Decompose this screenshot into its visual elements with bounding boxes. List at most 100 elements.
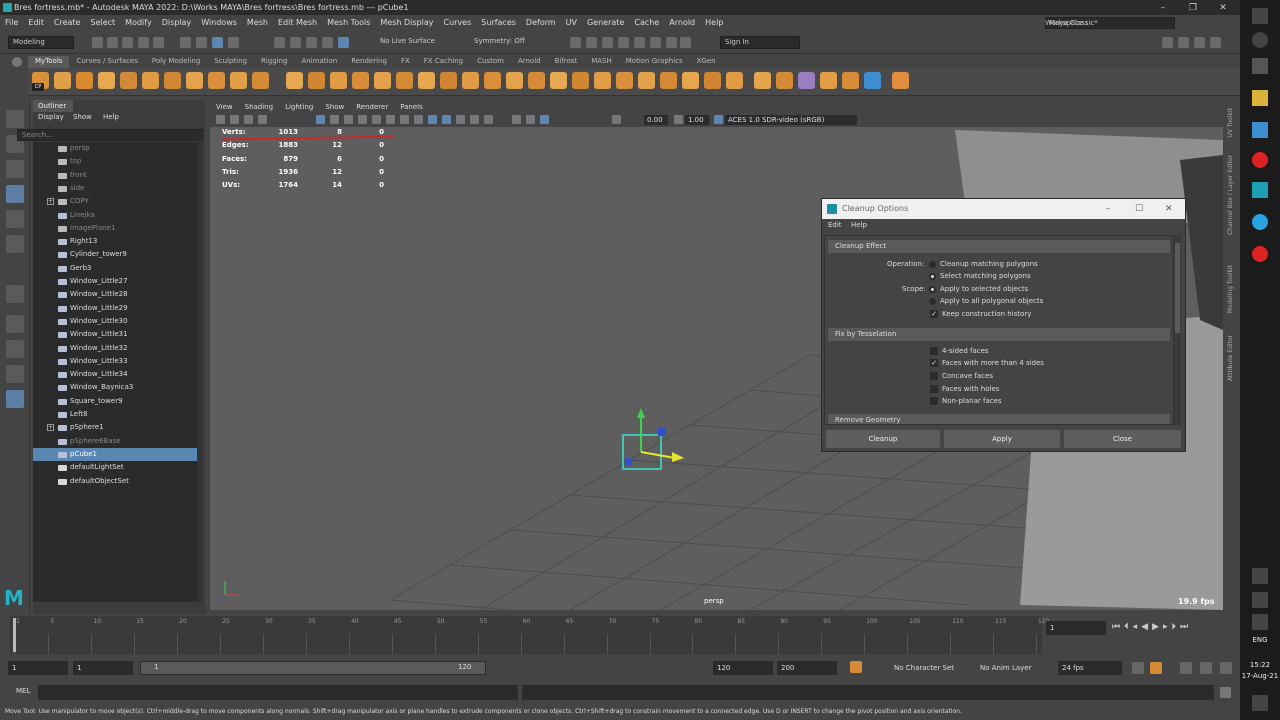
animation-prefs-icon[interactable] (1200, 662, 1212, 674)
menu-help[interactable]: Help (700, 18, 728, 27)
menu-mesh-tools[interactable]: Mesh Tools (322, 18, 375, 27)
lights-icon[interactable] (470, 115, 479, 124)
shelf-tool-icon[interactable] (864, 72, 881, 89)
outliner-layout-icon[interactable] (6, 390, 24, 408)
shelf-tool-icon[interactable] (252, 72, 269, 89)
shelf-tool-icon[interactable] (208, 72, 225, 89)
clock-time[interactable]: 15:22 (1240, 661, 1280, 669)
shelf-tool-icon[interactable] (484, 72, 501, 89)
notifications-icon[interactable] (1252, 695, 1268, 711)
select-camera-icon[interactable] (216, 115, 225, 124)
shelf-tab-rigging[interactable]: Rigging (254, 56, 295, 68)
bookmark-icon[interactable] (244, 115, 253, 124)
shelf-tab-mytools[interactable]: MyTools (28, 56, 70, 68)
shelf-tool-icon[interactable] (462, 72, 479, 89)
task-view-icon[interactable] (1252, 58, 1268, 74)
apply-selected-radio[interactable] (929, 286, 936, 293)
viewport-menu-panels[interactable]: Panels (394, 103, 429, 111)
menu-windows[interactable]: Windows (196, 18, 242, 27)
menu-generate[interactable]: Generate (582, 18, 629, 27)
shelf-tool-icon[interactable] (374, 72, 391, 89)
attribute-editor-icon[interactable] (1178, 37, 1189, 48)
shelf-tab-sculpting[interactable]: Sculpting (207, 56, 254, 68)
select-hierarchy-icon[interactable] (180, 37, 191, 48)
menu-modify[interactable]: Modify (120, 18, 157, 27)
shelf-tool-icon[interactable] (230, 72, 247, 89)
hypershade-icon[interactable] (634, 37, 645, 48)
tool-settings-icon[interactable] (1194, 37, 1205, 48)
outliner-scrollbar[interactable] (197, 142, 203, 602)
shelf-tab-bifrost[interactable]: Bifrost (548, 56, 585, 68)
play-forwards-icon[interactable]: ▶ (1152, 622, 1163, 632)
command-input[interactable] (38, 685, 518, 700)
shelf-tab-poly-modeling[interactable]: Poly Modeling (145, 56, 207, 68)
apply-button[interactable]: Apply (944, 430, 1060, 448)
windows-start-icon[interactable] (1252, 8, 1268, 24)
outliner-item[interactable]: Right13 (33, 235, 197, 248)
language-indicator[interactable]: ENG (1240, 636, 1280, 644)
shelf-tool-icon[interactable] (754, 72, 771, 89)
dialog-maximize-button[interactable]: ☐ (1135, 199, 1143, 219)
non-planar-checkbox[interactable] (930, 397, 938, 405)
isolate-select-icon[interactable] (512, 115, 521, 124)
save-scene-icon[interactable] (122, 37, 133, 48)
film-gate-icon[interactable] (330, 115, 339, 124)
render-icon[interactable] (570, 37, 581, 48)
viewport-menu-view[interactable]: View (210, 103, 239, 111)
shelf-tool-icon[interactable] (396, 72, 413, 89)
symmetry-dropdown[interactable]: Symmetry: Off (470, 36, 540, 49)
exposure-field[interactable]: 0.00 (644, 115, 668, 125)
outliner-item[interactable]: front (33, 169, 197, 182)
snap-surface-icon[interactable] (338, 37, 349, 48)
outliner-item[interactable]: + COPY (33, 195, 197, 208)
four-sided-checkbox[interactable] (930, 347, 938, 355)
menu-mesh-display[interactable]: Mesh Display (375, 18, 438, 27)
cleanup-button[interactable]: Cleanup (826, 430, 940, 448)
close-button[interactable]: Close (1064, 430, 1181, 448)
dialog-scrollbar[interactable] (1174, 235, 1181, 425)
scale-tool-icon[interactable] (6, 235, 24, 253)
xray-icon[interactable] (526, 115, 535, 124)
menu-display[interactable]: Display (157, 18, 197, 27)
minimize-button[interactable]: – (1148, 0, 1178, 15)
outliner-menu-help[interactable]: Help (103, 113, 119, 121)
outliner-item[interactable]: Gerb3 (33, 262, 197, 275)
apply-all-radio[interactable] (929, 298, 936, 305)
shelf-tool-icon[interactable] (798, 72, 815, 89)
side-tab-channel-box[interactable]: Channel Box / Layer Editor (1227, 155, 1234, 235)
rotate-tool-icon[interactable] (6, 210, 24, 228)
shelf-tool-icon[interactable] (726, 72, 743, 89)
single-view-icon[interactable] (6, 315, 24, 333)
modeling-toolkit-icon[interactable] (1162, 37, 1173, 48)
shelf-tab-animation[interactable]: Animation (295, 56, 345, 68)
gamma-icon[interactable] (674, 115, 683, 124)
current-frame-field[interactable]: 1 (1046, 621, 1106, 635)
playback-prefs-icon[interactable] (1220, 662, 1232, 674)
shelf-tool-icon[interactable] (892, 72, 909, 89)
fix-by-tesselation-header[interactable]: Fix by Tesselation (828, 328, 1170, 341)
tray-app-icon[interactable] (1252, 592, 1268, 608)
playback-start-field[interactable]: 1 (73, 661, 133, 675)
menu-file[interactable]: File (0, 18, 23, 27)
record-icon[interactable] (1252, 246, 1268, 262)
cache-icon[interactable] (1150, 662, 1162, 674)
outliner-item[interactable]: + pSphere1 (33, 421, 197, 434)
menu-edit[interactable]: Edit (23, 18, 49, 27)
shelf-tool-icon[interactable] (682, 72, 699, 89)
close-window-button[interactable]: ✕ (1208, 0, 1238, 15)
outliner-item[interactable]: Window_Little31 (33, 328, 197, 341)
holes-checkbox[interactable] (930, 385, 938, 393)
shelf-tool-icon[interactable] (308, 72, 325, 89)
outliner-item[interactable]: top (33, 155, 197, 168)
resolution-gate-icon[interactable] (344, 115, 353, 124)
gate-mask-icon[interactable] (358, 115, 367, 124)
outliner-item[interactable]: imagePlane1 (33, 222, 197, 235)
grid-toggle-icon[interactable] (316, 115, 325, 124)
outliner-item[interactable]: Window_Little34 (33, 368, 197, 381)
opera-icon[interactable] (1252, 152, 1268, 168)
safe-title-icon[interactable] (400, 115, 409, 124)
shelf-tool-icon[interactable] (98, 72, 115, 89)
menu-select[interactable]: Select (85, 18, 120, 27)
smooth-shade-icon[interactable] (428, 115, 437, 124)
shelf-tab-fx-caching[interactable]: FX Caching (417, 56, 470, 68)
